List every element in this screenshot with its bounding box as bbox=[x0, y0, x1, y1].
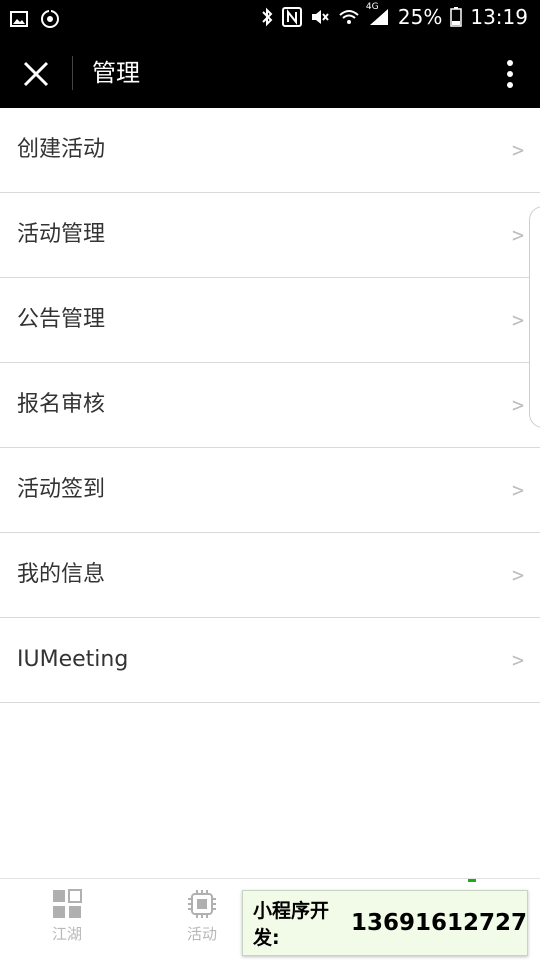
menu-item-label: 公告管理 bbox=[17, 307, 106, 332]
developer-contact-banner: 小程序开发: 13691612727 bbox=[242, 890, 528, 956]
close-button[interactable] bbox=[16, 54, 56, 94]
menu-item-my-info[interactable]: 我的信息 > bbox=[0, 533, 540, 618]
chevron-right-icon: > bbox=[511, 478, 524, 502]
menu-item-registration-review[interactable]: 报名审核 > bbox=[0, 363, 540, 448]
header-divider bbox=[72, 56, 73, 90]
menu-item-label: 活动管理 bbox=[17, 222, 106, 247]
bluetooth-icon bbox=[260, 6, 274, 28]
grid-icon bbox=[53, 889, 82, 918]
chip-icon bbox=[188, 890, 216, 918]
image-icon bbox=[10, 8, 28, 30]
menu-item-label: 报名审核 bbox=[17, 392, 106, 417]
chevron-right-icon: > bbox=[511, 563, 524, 587]
tab-label: 活动 bbox=[186, 925, 217, 943]
clock: 13:19 bbox=[470, 5, 528, 29]
chevron-right-icon: > bbox=[511, 648, 524, 672]
menu-item-label: 活动签到 bbox=[17, 477, 106, 502]
menu-item-label: 我的信息 bbox=[17, 562, 106, 587]
menu-item-announcement-management[interactable]: 公告管理 > bbox=[0, 278, 540, 363]
developer-label: 小程序开发: bbox=[253, 900, 330, 949]
mute-icon bbox=[310, 6, 330, 28]
chevron-right-icon: > bbox=[511, 393, 524, 417]
nav-header: 管理 bbox=[0, 38, 540, 108]
edge-swipe-handle[interactable] bbox=[529, 206, 540, 428]
tab-activity[interactable]: 活动 bbox=[162, 889, 242, 959]
menu-item-iumeeting[interactable]: IUMeeting > bbox=[0, 618, 540, 703]
nfc-icon bbox=[281, 6, 302, 28]
menu-item-label: IUMeeting bbox=[17, 647, 129, 672]
status-bar: 4G 25% 13:19 bbox=[0, 0, 540, 38]
chevron-right-icon: > bbox=[511, 138, 524, 162]
menu-item-create-activity[interactable]: 创建活动 > bbox=[0, 108, 540, 193]
active-tab-indicator bbox=[468, 879, 476, 882]
network-type: 4G bbox=[365, 2, 379, 12]
chevron-right-icon: > bbox=[511, 308, 524, 332]
tab-jianghu[interactable]: 江湖 bbox=[27, 889, 107, 959]
more-vertical-icon bbox=[507, 60, 513, 88]
sync-icon bbox=[40, 8, 60, 30]
signal-icon: 4G bbox=[366, 2, 390, 28]
tab-label: 江湖 bbox=[51, 925, 82, 943]
chevron-right-icon: > bbox=[511, 223, 524, 247]
menu-list: 创建活动 > 活动管理 > 公告管理 > 报名审核 > 活动签到 > 我的信息 … bbox=[0, 108, 540, 703]
more-button[interactable] bbox=[498, 54, 522, 94]
close-icon bbox=[23, 61, 49, 87]
developer-phone: 13691612727 bbox=[350, 910, 527, 936]
page-title: 管理 bbox=[92, 59, 140, 87]
menu-item-activity-management[interactable]: 活动管理 > bbox=[0, 193, 540, 278]
battery-icon bbox=[450, 6, 463, 28]
menu-item-label: 创建活动 bbox=[17, 137, 106, 162]
wifi-icon bbox=[338, 6, 360, 28]
menu-item-activity-checkin[interactable]: 活动签到 > bbox=[0, 448, 540, 533]
battery-percent: 25% bbox=[397, 5, 443, 29]
